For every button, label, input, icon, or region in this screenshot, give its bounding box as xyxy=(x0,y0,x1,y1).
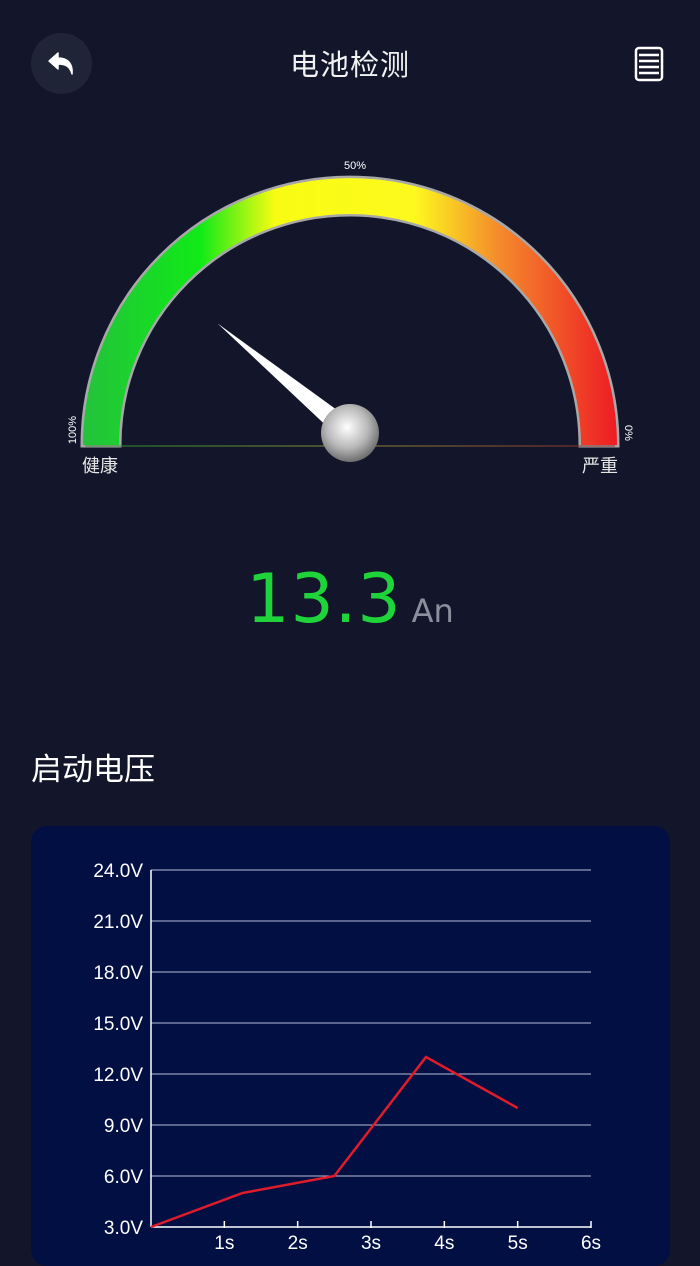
gauge-label-left: 健康 xyxy=(82,456,118,477)
voltage-chart-card: 3.0V 6.0V 9.0V 12.0V 15.0V 18.0V 21.0V 24.0V 1s 2… xyxy=(31,826,670,1266)
list-menu-icon xyxy=(634,46,664,82)
y-tick-label: 6.0V xyxy=(104,1167,143,1188)
y-tick-label: 3.0V xyxy=(104,1218,143,1239)
gauge-hub xyxy=(321,404,379,462)
y-tick-label: 24.0V xyxy=(93,861,143,882)
page-title: 电池检测 xyxy=(289,48,410,82)
y-tick-label: 18.0V xyxy=(93,963,143,984)
reading-unit: An xyxy=(411,592,454,630)
menu-button[interactable] xyxy=(632,44,668,84)
voltage-series-line xyxy=(150,1055,519,1229)
gauge-label-right: 严重 xyxy=(582,456,618,477)
reading-value: 13.3 xyxy=(246,560,402,639)
section-title: 启动电压 xyxy=(31,752,155,788)
y-tick-label: 15.0V xyxy=(93,1014,143,1035)
gauge-tick-top: 50% xyxy=(344,160,366,172)
battery-gauge: 50% 100% 0% 健康 严重 xyxy=(0,140,700,490)
gauge-tick-right: 0% xyxy=(622,425,634,441)
header: 电池检测 xyxy=(0,0,700,128)
y-tick-label: 21.0V xyxy=(93,912,143,933)
voltage-chart: 3.0V6.0V9.0V12.0V15.0V18.0V21.0V24.0V1s 2… xyxy=(93,861,601,1254)
y-tick-label: 9.0V xyxy=(104,1116,143,1137)
gauge-tick-left: 100% xyxy=(67,416,79,444)
current-reading: 13.3 An xyxy=(0,560,700,639)
y-tick-label: 12.0V xyxy=(93,1065,143,1086)
